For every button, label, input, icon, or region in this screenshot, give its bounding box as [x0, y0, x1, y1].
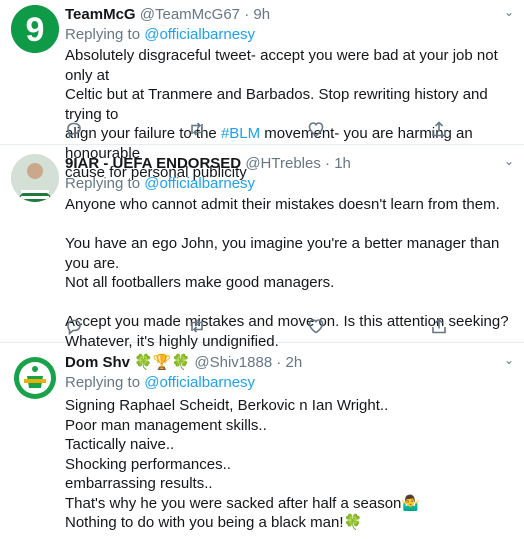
tweet-header: TeamMcG @TeamMcG67 · 9h — [65, 5, 514, 24]
retweet-icon[interactable] — [188, 317, 208, 337]
timestamp[interactable]: 9h — [253, 6, 270, 23]
replying-to-label: Replying to — [65, 374, 141, 391]
display-name[interactable]: 9IAR - UEFA ENDORSED — [65, 155, 241, 172]
svg-text:9: 9 — [26, 11, 45, 49]
replying-to-label: Replying to — [65, 175, 141, 192]
tweet-text: Signing Raphael Scheidt, Berkovic n Ian … — [65, 396, 514, 533]
chevron-down-icon[interactable]: ⌄ — [504, 154, 514, 168]
tweet-text-line: Signing Raphael Scheidt, Berkovic n Ian … — [65, 397, 389, 414]
chevron-down-icon[interactable]: ⌄ — [504, 353, 514, 367]
like-icon[interactable] — [307, 317, 327, 337]
share-icon[interactable] — [430, 317, 450, 337]
tweet-text-line: Nothing to do with you being a black man… — [65, 514, 363, 531]
like-icon[interactable] — [307, 120, 327, 140]
timestamp[interactable]: 2h — [286, 354, 303, 371]
display-name[interactable]: TeamMcG — [65, 6, 136, 23]
tweet-text-line: Not all footballers make good managers. — [65, 274, 335, 291]
clover-emoji: 🍀 — [343, 514, 363, 531]
separator-dot: · — [325, 155, 331, 172]
shrug-emoji: 🤷‍♂️ — [401, 494, 421, 512]
tweet-text-line: Celtic but at Tranmere and Barbados. Sto… — [65, 86, 488, 123]
avatar[interactable] — [11, 154, 59, 202]
user-handle[interactable]: @Shiv1888 — [194, 354, 272, 371]
tweet-text-line: Anyone who cannot admit their mistakes d… — [65, 196, 500, 213]
reply-icon[interactable] — [65, 317, 85, 337]
tweet-text-line: That's why he you were sacked after half… — [65, 494, 421, 512]
tweet-text-line: Shocking performances.. — [65, 455, 231, 473]
separator-dot: · — [244, 6, 250, 23]
tweet-header: Dom Shv 🍀🏆🍀 @Shiv1888 · 2h — [65, 353, 514, 372]
reply-icon[interactable] — [65, 120, 85, 140]
tweet[interactable]: Dom Shv 🍀🏆🍀 @Shiv1888 · 2h ⌄ Replying to… — [0, 343, 524, 539]
replying-to-label: Replying to — [65, 26, 141, 43]
tweet[interactable]: 9IAR - UEFA ENDORSED @HTrebles · 1h ⌄ Re… — [0, 145, 524, 350]
reply-context: Replying to @officialbarnesy — [65, 373, 514, 392]
mention-link[interactable]: @officialbarnesy — [144, 26, 255, 43]
retweet-icon[interactable] — [188, 120, 208, 140]
avatar[interactable]: 9 — [11, 5, 59, 53]
mention-link[interactable]: @officialbarnesy — [144, 175, 255, 192]
tweet[interactable]: 9 TeamMcG @TeamMcG67 · 9h ⌄ Replying to … — [0, 0, 524, 181]
tweet-text-line: embarrassing results.. — [65, 475, 213, 492]
avatar[interactable] — [11, 354, 59, 402]
user-handle[interactable]: @HTrebles — [245, 155, 321, 172]
mention-link[interactable]: @officialbarnesy — [144, 374, 255, 391]
timestamp[interactable]: 1h — [334, 155, 351, 172]
name-emoji: 🍀🏆🍀 — [134, 354, 191, 371]
separator-dot: · — [276, 354, 282, 371]
tweet-text-line: Absolutely disgraceful tweet- accept you… — [65, 47, 498, 84]
tweet-text-line: Poor man management skills.. — [65, 416, 267, 434]
tweet-header: 9IAR - UEFA ENDORSED @HTrebles · 1h — [65, 154, 514, 173]
display-name[interactable]: Dom Shv 🍀🏆🍀 — [65, 354, 190, 371]
tweet-actions — [65, 120, 455, 140]
tweet-text-line: You have an ego John, you imagine you're… — [65, 235, 500, 272]
reply-context: Replying to @officialbarnesy — [65, 174, 514, 193]
chevron-down-icon[interactable]: ⌄ — [504, 5, 514, 19]
share-icon[interactable] — [430, 120, 450, 140]
reply-context: Replying to @officialbarnesy — [65, 25, 514, 44]
tweet-text-line: Tactically naive.. — [65, 436, 175, 453]
user-handle[interactable]: @TeamMcG67 — [140, 6, 240, 23]
tweet-actions — [65, 317, 455, 337]
